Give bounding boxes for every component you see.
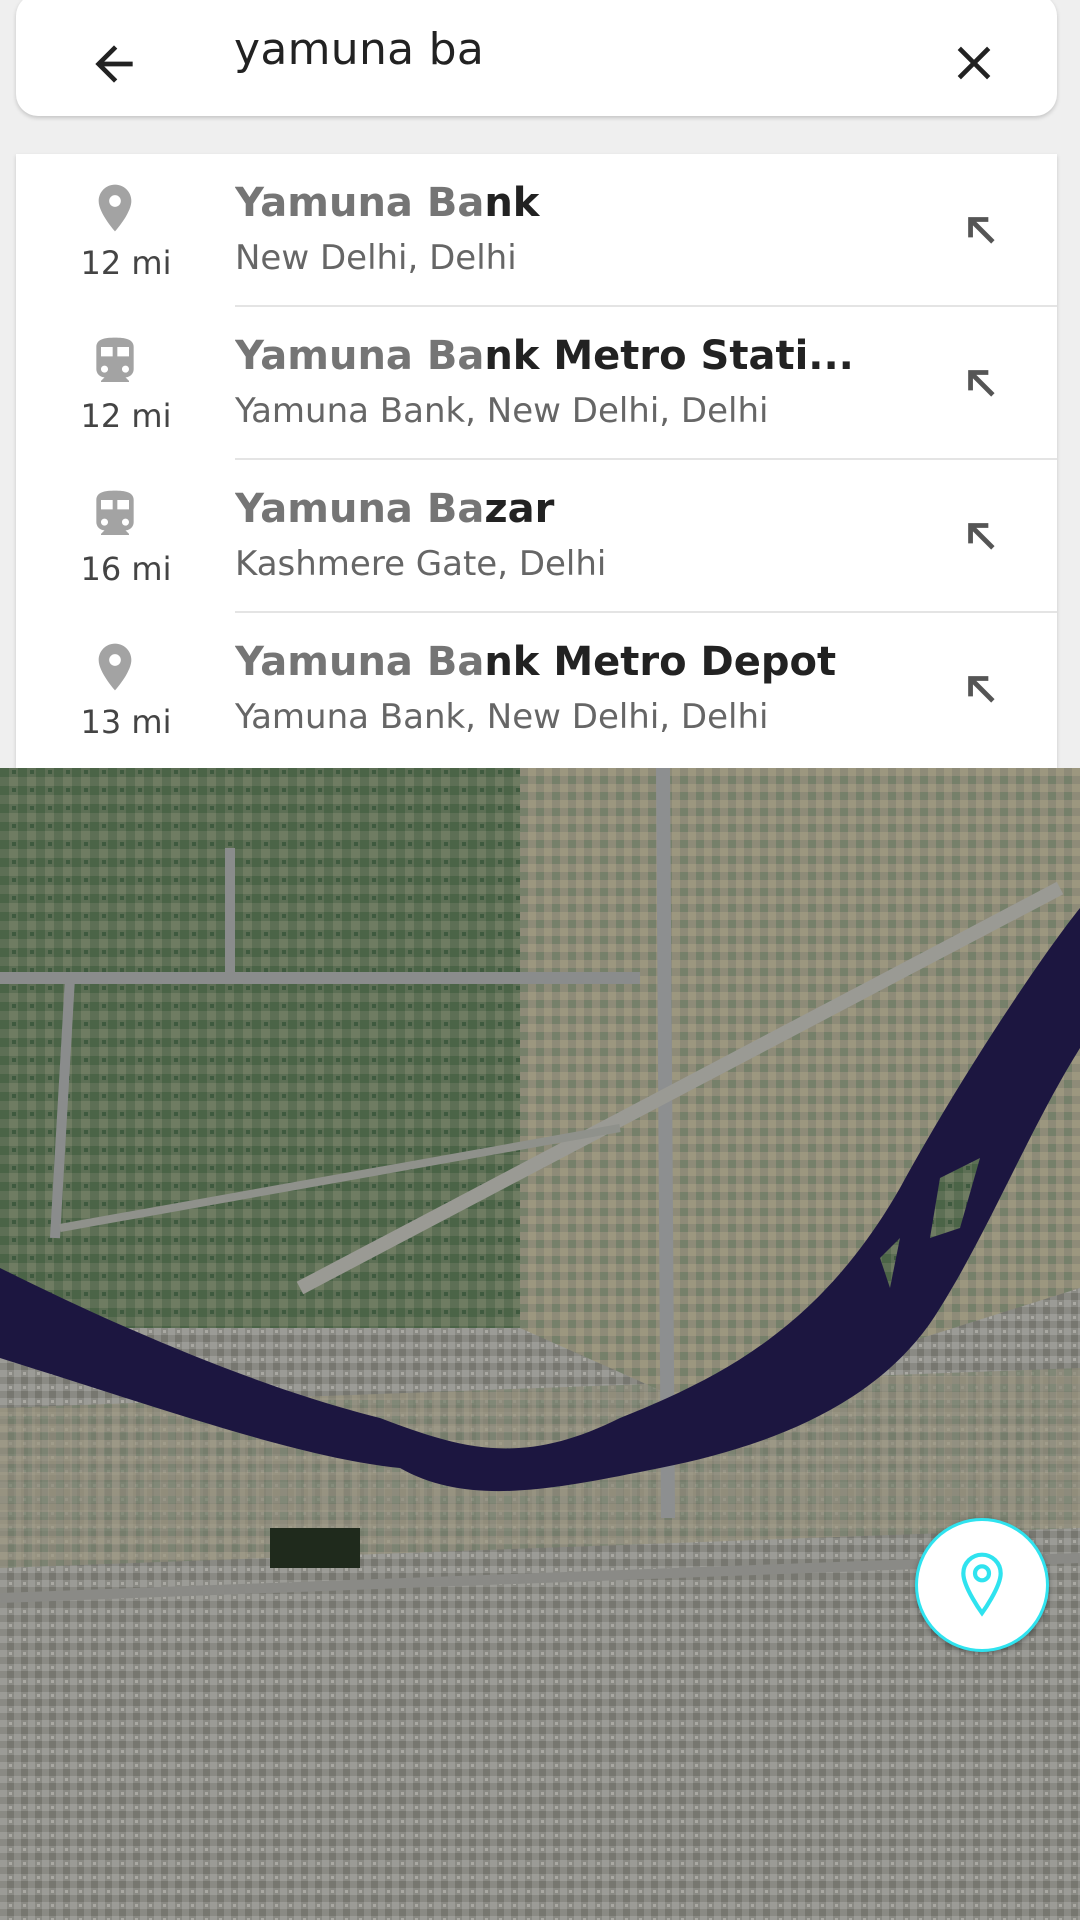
satellite-imagery [0, 768, 1080, 1920]
suggestion-title-match: Yamuna Ba [235, 639, 485, 685]
transit-station-icon [96, 490, 134, 535]
arrow-up-left-icon [968, 370, 995, 397]
back-button[interactable] [72, 22, 156, 106]
suggestion-item[interactable]: 12 mi Yamuna Bank New Delhi, Delhi [16, 154, 1057, 307]
suggestion-title: Yamuna Bank [235, 180, 875, 226]
transit-station-icon [96, 337, 134, 382]
arrow-left-icon [95, 45, 133, 83]
suggestion-title-rest: zar [484, 486, 555, 532]
location-button[interactable] [915, 1518, 1049, 1652]
suggestion-distance: 12 mi [80, 397, 172, 435]
suggestion-title-rest: nk [484, 180, 540, 226]
suggestion-subtitle: New Delhi, Delhi [235, 238, 517, 278]
fill-query-button[interactable] [949, 657, 1013, 721]
fill-query-button[interactable] [949, 351, 1013, 415]
search-input[interactable]: yamuna ba [234, 18, 484, 82]
satellite-map[interactable] [0, 768, 1080, 1920]
place-pin-icon [98, 184, 132, 232]
fill-query-button[interactable] [949, 504, 1013, 568]
suggestion-title-match: Yamuna Ba [235, 180, 485, 226]
location-pin-icon [961, 1552, 1003, 1617]
suggestion-subtitle: Yamuna Bank, New Delhi, Delhi [235, 697, 769, 737]
suggestion-subtitle: Yamuna Bank, New Delhi, Delhi [235, 391, 769, 431]
fill-query-button[interactable] [949, 198, 1013, 262]
suggestion-distance: 13 mi [80, 703, 172, 741]
close-icon [957, 46, 991, 80]
suggestion-title: Yamuna Bank Metro Stati... [235, 333, 875, 379]
suggestion-title-match: Yamuna Ba [235, 486, 485, 532]
suggestion-title: Yamuna Bank Metro Depot [235, 639, 875, 685]
search-bar: yamuna ba [16, 0, 1057, 116]
suggestion-distance: 16 mi [80, 550, 172, 588]
arrow-up-left-icon [968, 217, 995, 244]
suggestion-item[interactable]: 16 mi Yamuna Bazar Kashmere Gate, Delhi [16, 460, 1057, 613]
arrow-up-left-icon [968, 523, 995, 550]
suggestion-item[interactable]: 12 mi Yamuna Bank Metro Stati... Yamuna … [16, 307, 1057, 460]
suggestion-title-rest: nk Metro Stati... [484, 333, 854, 379]
suggestion-title: Yamuna Bazar [235, 486, 875, 532]
suggestion-title-match: Yamuna Ba [235, 333, 485, 379]
suggestion-item[interactable]: 13 mi Yamuna Bank Metro Depot Yamuna Ban… [16, 613, 1057, 766]
place-pin-icon [98, 643, 132, 691]
arrow-up-left-icon [968, 676, 995, 703]
suggestion-title-rest: nk Metro Depot [484, 639, 837, 685]
clear-search-button[interactable] [931, 20, 1017, 106]
suggestion-distance: 12 mi [80, 244, 172, 282]
suggestion-subtitle: Kashmere Gate, Delhi [235, 544, 607, 584]
suggestions-list: 12 mi Yamuna Bank New Delhi, Delhi 12 mi… [16, 154, 1057, 768]
